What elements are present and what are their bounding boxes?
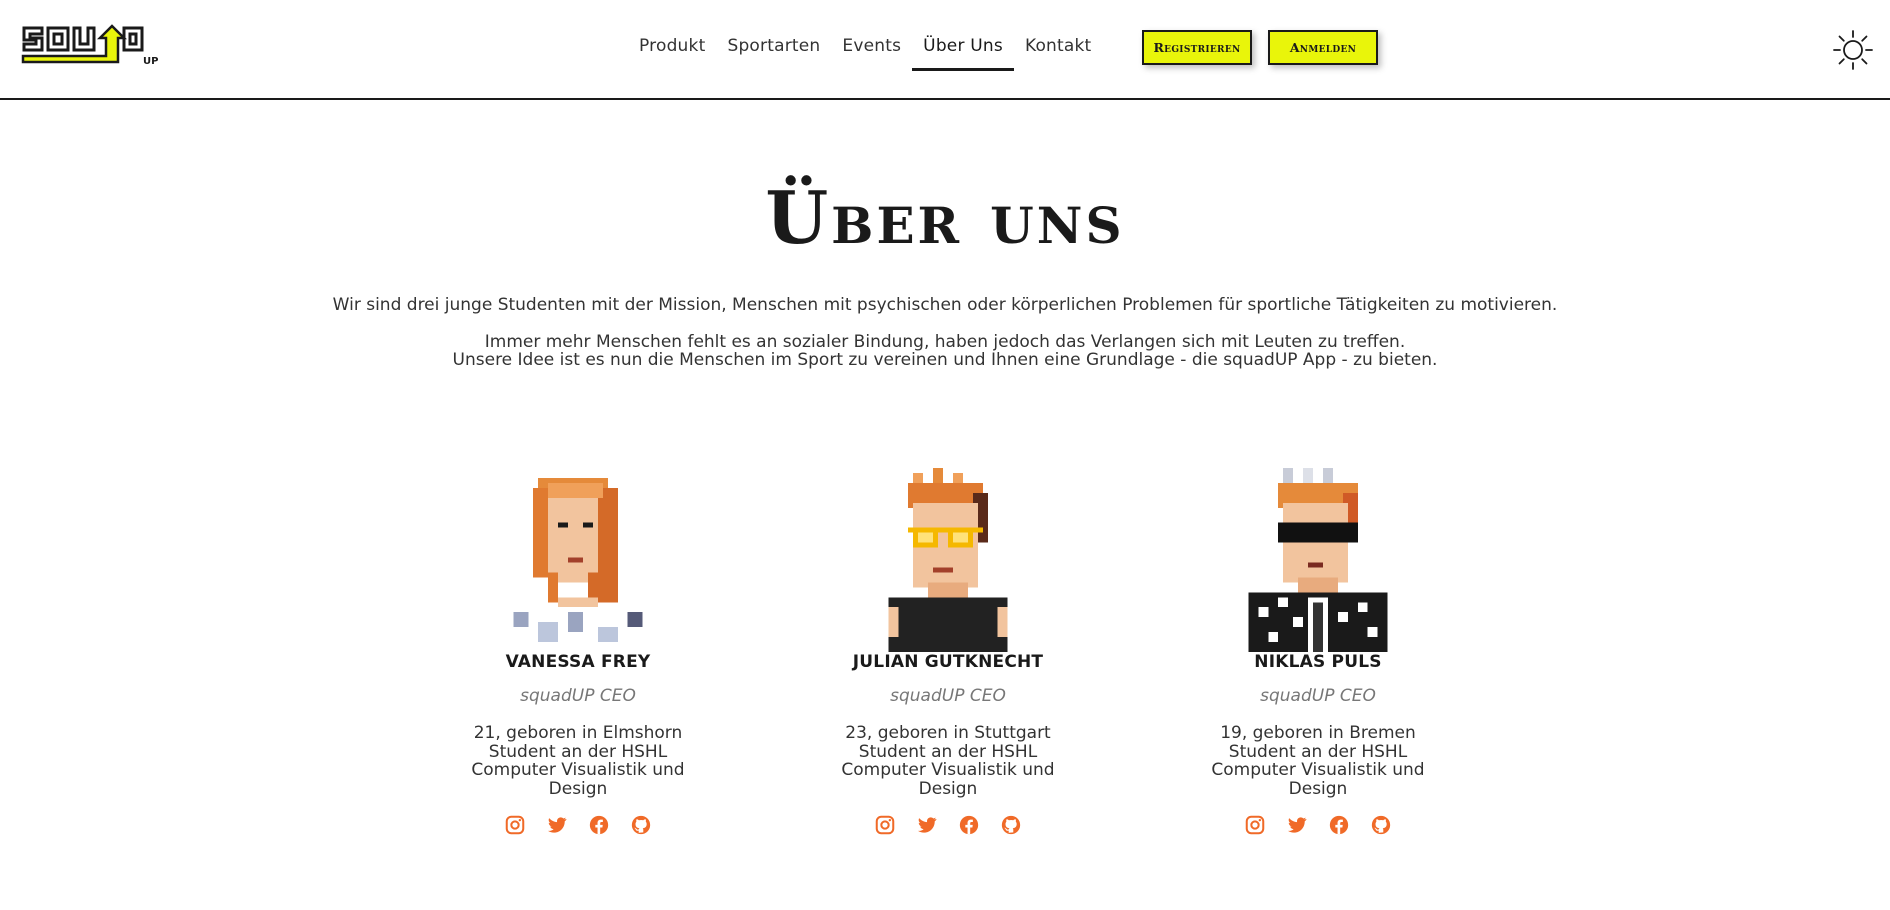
team-card-vanessa: VANESSA FREY squadUP CEO 21, geboren in … — [458, 468, 698, 838]
member-bio-line: Design — [548, 778, 608, 799]
member-bio-line: Design — [918, 778, 978, 799]
github-icon[interactable] — [628, 812, 654, 838]
team-card-julian: JULIAN GUTKNECHT squadUP CEO 23, geboren… — [828, 468, 1068, 838]
member-bio: 23, geboren in Stuttgart Student an der … — [828, 724, 1068, 798]
nav-kontakt[interactable]: Kontakt — [1014, 28, 1102, 68]
instagram-icon[interactable] — [1242, 812, 1268, 838]
social-links — [1198, 812, 1438, 838]
intro-mission: Wir sind drei junge Studenten mit der Mi… — [332, 295, 1558, 315]
nav-ueber-uns[interactable]: Über Uns — [912, 28, 1014, 71]
member-bio-line: Student an der HSHL — [488, 741, 668, 762]
main-nav: Produkt Sportarten Events Über Uns Konta… — [628, 28, 1102, 72]
instagram-icon[interactable] — [872, 812, 898, 838]
sun-icon[interactable] — [1832, 29, 1874, 71]
member-role: squadUP CEO — [890, 686, 1006, 706]
github-icon[interactable] — [1368, 812, 1394, 838]
member-name: VANESSA FREY — [505, 652, 651, 672]
member-role: squadUP CEO — [1260, 686, 1376, 706]
instagram-icon[interactable] — [502, 812, 528, 838]
login-button[interactable]: Anmelden — [1268, 30, 1378, 65]
social-links — [458, 812, 698, 838]
member-bio-line: Student an der HSHL — [1228, 741, 1408, 762]
svg-text:UP: UP — [143, 56, 158, 67]
facebook-icon[interactable] — [956, 812, 982, 838]
twitter-icon[interactable] — [1284, 812, 1310, 838]
member-bio-line: Computer Visualistik und — [471, 760, 685, 780]
register-button[interactable]: Registrieren — [1142, 30, 1252, 65]
page-title: Über uns — [765, 175, 1125, 260]
member-name: NIKLAS PULS — [1254, 652, 1382, 672]
member-role: squadUP CEO — [520, 686, 636, 706]
member-bio-line: 21, geboren in Elmshorn — [473, 723, 683, 743]
facebook-icon[interactable] — [586, 812, 612, 838]
member-name: JULIAN GUTKNECHT — [852, 652, 1044, 672]
avatar-julian — [888, 468, 1008, 652]
member-bio-line: Computer Visualistik und — [841, 760, 1055, 780]
nav-sportarten[interactable]: Sportarten — [716, 28, 831, 68]
social-links — [828, 812, 1068, 838]
site-header: UP Produkt Sportarten Events Über Uns Ko… — [0, 0, 1890, 100]
member-bio-line: Student an der HSHL — [858, 741, 1038, 762]
member-bio-line: Design — [1288, 778, 1348, 799]
nav-events[interactable]: Events — [831, 28, 912, 68]
avatar-vanessa — [513, 477, 643, 652]
twitter-icon[interactable] — [544, 812, 570, 838]
member-bio: 21, geboren in Elmshorn Student an der H… — [458, 724, 698, 798]
member-bio-line: 19, geboren in Bremen — [1220, 723, 1416, 743]
member-bio-line: 23, geboren in Stuttgart — [845, 723, 1051, 743]
facebook-icon[interactable] — [1326, 812, 1352, 838]
member-bio-line: Computer Visualistik und — [1211, 760, 1425, 780]
avatar-niklas — [1248, 468, 1388, 652]
team-card-niklas: NIKLAS PULS squadUP CEO 19, geboren in B… — [1198, 468, 1438, 838]
member-bio: 19, geboren in Bremen Student an der HSH… — [1198, 724, 1438, 798]
nav-produkt[interactable]: Produkt — [628, 28, 716, 68]
squadup-logo[interactable]: UP — [20, 24, 176, 72]
github-icon[interactable] — [998, 812, 1024, 838]
twitter-icon[interactable] — [914, 812, 940, 838]
intro-idea: Unsere Idee ist es nun die Menschen im S… — [452, 350, 1438, 370]
